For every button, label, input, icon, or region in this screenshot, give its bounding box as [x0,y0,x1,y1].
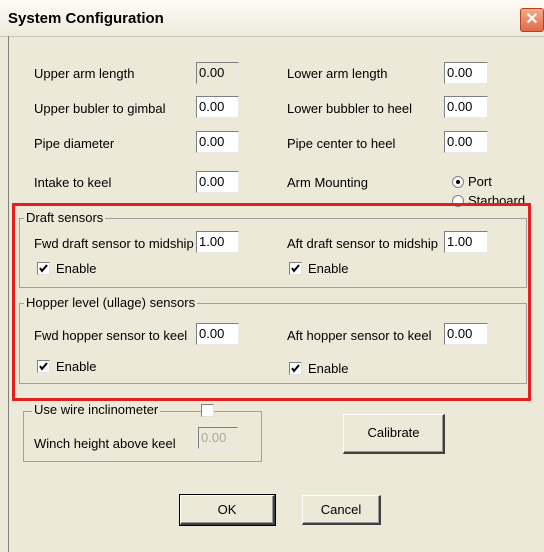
use-wire-inclinometer-checkbox[interactable] [201,404,214,417]
use-wire-inclinometer-label: Use wire inclinometer [32,402,161,417]
highlight-box [12,203,531,401]
lower-bubbler-to-heel-label: Lower bubbler to heel [287,101,413,116]
calibrate-button[interactable]: Calibrate [343,414,445,454]
title-bar[interactable]: System Configuration ✕ [0,0,544,37]
winch-height-input: 0.00 [198,427,238,449]
cancel-button[interactable]: Cancel [302,495,381,525]
pipe-diameter-label: Pipe diameter [34,136,115,151]
port-radio-label[interactable]: Port [468,174,492,189]
close-button[interactable]: ✕ [520,8,544,32]
winch-height-label: Winch height above keel [34,436,176,451]
port-radio[interactable] [452,176,464,188]
pipe-center-to-heel-label: Pipe center to heel [287,136,396,151]
dialog-title: System Configuration [8,10,164,27]
lower-arm-length-label: Lower arm length [287,66,388,81]
upper-arm-length-label: Upper arm length [34,66,135,81]
close-icon: ✕ [525,11,539,28]
lower-bubbler-to-heel-input[interactable]: 0.00 [444,96,488,118]
system-configuration-dialog: System Configuration ✕ Upper arm length … [0,0,544,552]
window-left-edge [8,36,9,552]
ok-button[interactable]: OK [179,494,276,526]
lower-arm-length-input[interactable]: 0.00 [444,62,488,84]
intake-to-keel-input[interactable]: 0.00 [196,171,239,193]
pipe-center-to-heel-input[interactable]: 0.00 [444,131,488,153]
pipe-diameter-input[interactable]: 0.00 [196,131,239,153]
upper-bubler-to-gimbal-input[interactable]: 0.00 [196,96,239,118]
upper-bubler-to-gimbal-label: Upper bubler to gimbal [34,101,166,116]
upper-arm-length-input[interactable]: 0.00 [196,62,239,84]
arm-mounting-label: Arm Mounting [287,175,368,190]
intake-to-keel-label: Intake to keel [34,175,112,190]
